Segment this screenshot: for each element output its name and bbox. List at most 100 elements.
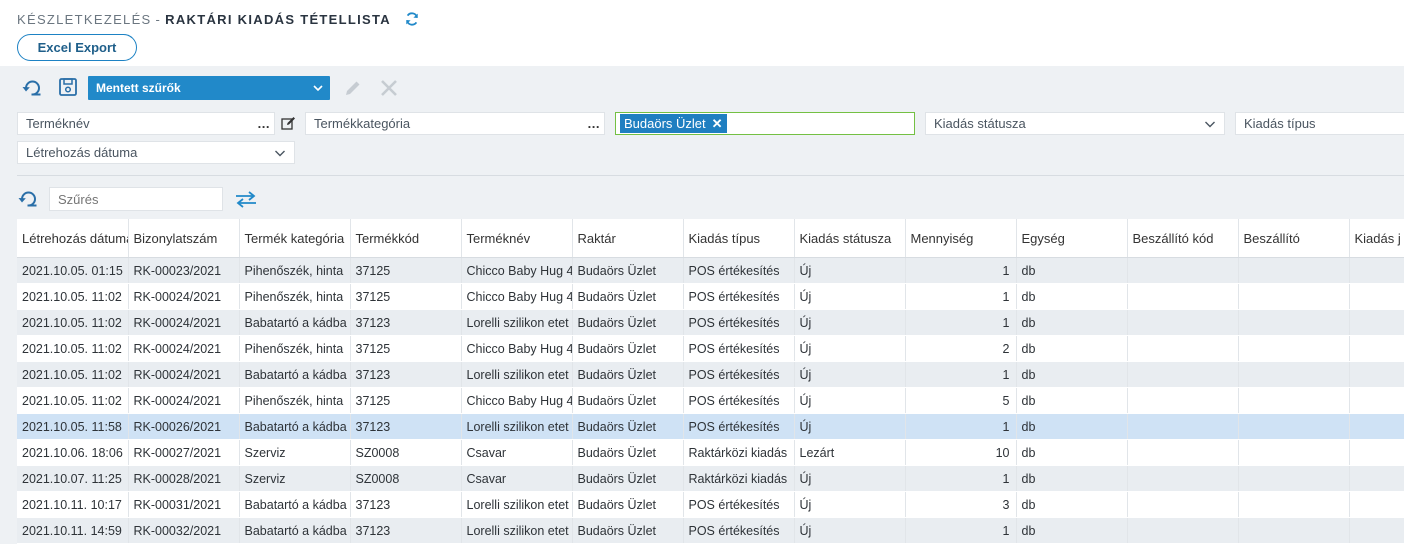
table-cell: Budaörs Üzlet bbox=[572, 517, 684, 544]
column-header[interactable]: Bizonylatszám bbox=[128, 219, 240, 258]
table-cell: Pihenőszék, hinta bbox=[239, 283, 351, 310]
table-row[interactable]: 2021.10.06. 18:06 RK-00027/2021 Szerviz SZ0… bbox=[17, 439, 1404, 466]
issue-type-select[interactable]: Kiadás típus bbox=[1235, 112, 1404, 135]
column-header[interactable]: Beszállító kód bbox=[1127, 219, 1239, 258]
table-cell: Lorelli szilikon etet bbox=[461, 491, 573, 518]
table-cell: Pihenőszék, hinta bbox=[239, 387, 351, 414]
column-header[interactable]: Termékkód bbox=[350, 219, 462, 258]
table-cell: Budaörs Üzlet bbox=[572, 335, 684, 362]
table-cell: POS értékesítés bbox=[683, 413, 795, 440]
table-cell bbox=[1238, 309, 1350, 336]
table-cell: POS értékesítés bbox=[683, 335, 795, 362]
table-cell: 37123 bbox=[350, 413, 462, 440]
more-icon[interactable]: ... bbox=[258, 113, 270, 134]
table-row[interactable]: 2021.10.05. 11:02 RK-00024/2021 Babatartó … bbox=[17, 361, 1404, 388]
column-header[interactable]: Beszállító bbox=[1238, 219, 1350, 258]
search-input[interactable] bbox=[49, 187, 223, 211]
table-cell bbox=[1238, 439, 1350, 466]
breadcrumb[interactable]: KÉSZLETKEZELÉS bbox=[17, 12, 152, 27]
table-cell: db bbox=[1016, 491, 1128, 518]
table-row[interactable]: 2021.10.07. 11:25 RK-00028/2021 Szerviz SZ0… bbox=[17, 465, 1404, 492]
product-category-field[interactable]: Termékkategória ... bbox=[305, 112, 605, 135]
table-cell: RK-00024/2021 bbox=[128, 309, 240, 336]
issue-status-select[interactable]: Kiadás státusza bbox=[925, 112, 1225, 135]
save-icon[interactable] bbox=[58, 77, 78, 102]
table-cell: Chicco Baby Hug 4 bbox=[461, 257, 573, 284]
table-cell: 2021.10.05. 01:15 bbox=[17, 257, 129, 284]
warehouse-field[interactable]: Budaörs Üzlet ✕ bbox=[615, 112, 915, 135]
column-header[interactable]: Terméknév bbox=[461, 219, 573, 258]
table-cell: Budaörs Üzlet bbox=[572, 387, 684, 414]
product-name-field[interactable]: Terméknév ... bbox=[17, 112, 275, 135]
table-cell: 10 bbox=[905, 439, 1017, 466]
divider bbox=[17, 175, 1404, 176]
table-cell: 1 bbox=[905, 309, 1017, 336]
close-icon[interactable] bbox=[379, 78, 399, 103]
table-row[interactable]: 2021.10.11. 14:59 RK-00032/2021 Babatartó … bbox=[17, 517, 1404, 544]
table-cell bbox=[1238, 257, 1350, 284]
table-row[interactable]: 2021.10.05. 11:02 RK-00024/2021 Babatartó … bbox=[17, 309, 1404, 336]
table-cell: 2021.10.05. 11:02 bbox=[17, 335, 129, 362]
table-cell: RK-00024/2021 bbox=[128, 387, 240, 414]
column-header[interactable]: Kiadás típus bbox=[683, 219, 795, 258]
table-cell: Szerviz bbox=[239, 465, 351, 492]
more-icon[interactable]: ... bbox=[588, 113, 600, 134]
swap-arrows-icon[interactable] bbox=[234, 189, 258, 214]
table-cell: Budaörs Üzlet bbox=[572, 465, 684, 492]
reset-icon[interactable] bbox=[22, 78, 44, 103]
table-cell: 37123 bbox=[350, 309, 462, 336]
column-header[interactable]: Egység bbox=[1016, 219, 1128, 258]
reset-icon[interactable] bbox=[18, 189, 40, 214]
remove-tag-icon[interactable]: ✕ bbox=[712, 116, 723, 131]
table-cell bbox=[1238, 361, 1350, 388]
refresh-icon[interactable] bbox=[404, 11, 420, 30]
table-cell bbox=[1238, 517, 1350, 544]
table-row[interactable]: 2021.10.05. 11:02 RK-00024/2021 Pihenőszék… bbox=[17, 335, 1404, 362]
table-cell: 1 bbox=[905, 257, 1017, 284]
table-cell: 2021.10.05. 11:02 bbox=[17, 361, 129, 388]
pencil-icon[interactable] bbox=[343, 78, 363, 103]
chevron-down-icon bbox=[1204, 113, 1216, 134]
table-cell: 37123 bbox=[350, 361, 462, 388]
table-row[interactable]: 2021.10.05. 11:02 RK-00024/2021 Pihenőszék… bbox=[17, 283, 1404, 310]
table-cell: RK-00024/2021 bbox=[128, 361, 240, 388]
table-cell: RK-00032/2021 bbox=[128, 517, 240, 544]
table-cell: 3 bbox=[905, 491, 1017, 518]
column-header[interactable]: Létrehozás dátuma bbox=[17, 219, 129, 258]
table-cell: 1 bbox=[905, 465, 1017, 492]
table-cell: Lorelli szilikon etet bbox=[461, 361, 573, 388]
table-row[interactable]: 2021.10.11. 10:17 RK-00031/2021 Babatartó … bbox=[17, 491, 1404, 518]
table-cell: db bbox=[1016, 309, 1128, 336]
table-cell: db bbox=[1016, 517, 1128, 544]
table-cell: POS értékesítés bbox=[683, 257, 795, 284]
table-cell: Chicco Baby Hug 4 bbox=[461, 283, 573, 310]
table-cell: Babatartó a kádba bbox=[239, 413, 351, 440]
data-table: Létrehozás dátuma Bizonylatszám Termék kat… bbox=[17, 219, 1404, 544]
table-cell bbox=[1349, 361, 1404, 388]
column-header[interactable]: Kiadás j bbox=[1349, 219, 1404, 258]
page-title: KÉSZLETKEZELÉS - RAKTÁRI KIADÁS TÉTELLISTA bbox=[17, 11, 420, 30]
column-header[interactable]: Kiadás státusza bbox=[794, 219, 906, 258]
table-cell: db bbox=[1016, 283, 1128, 310]
table-row[interactable]: 2021.10.05. 01:15 RK-00023/2021 Pihenőszék… bbox=[17, 257, 1404, 284]
table-cell: 37125 bbox=[350, 387, 462, 414]
table-cell bbox=[1127, 257, 1239, 284]
saved-filters-select[interactable]: Mentett szűrők bbox=[88, 76, 330, 100]
created-date-select[interactable]: Létrehozás dátuma bbox=[17, 141, 295, 164]
table-cell: Lorelli szilikon etet bbox=[461, 517, 573, 544]
edit-icon[interactable] bbox=[281, 116, 296, 136]
table-cell bbox=[1127, 387, 1239, 414]
table-cell: Budaörs Üzlet bbox=[572, 361, 684, 388]
table-row[interactable]: 2021.10.05. 11:58 RK-00026/2021 Babatartó … bbox=[17, 413, 1404, 440]
table-cell: POS értékesítés bbox=[683, 361, 795, 388]
table-cell: Új bbox=[794, 309, 906, 336]
table-row[interactable]: 2021.10.05. 11:02 RK-00024/2021 Pihenőszék… bbox=[17, 387, 1404, 414]
column-header[interactable]: Raktár bbox=[572, 219, 684, 258]
excel-export-button[interactable]: Excel Export bbox=[17, 34, 137, 61]
chevron-down-icon bbox=[274, 142, 286, 163]
table-cell: Chicco Baby Hug 4 bbox=[461, 335, 573, 362]
column-header[interactable]: Mennyiség bbox=[905, 219, 1017, 258]
column-header[interactable]: Termék kategória bbox=[239, 219, 351, 258]
table-cell: db bbox=[1016, 361, 1128, 388]
table-cell: Új bbox=[794, 465, 906, 492]
